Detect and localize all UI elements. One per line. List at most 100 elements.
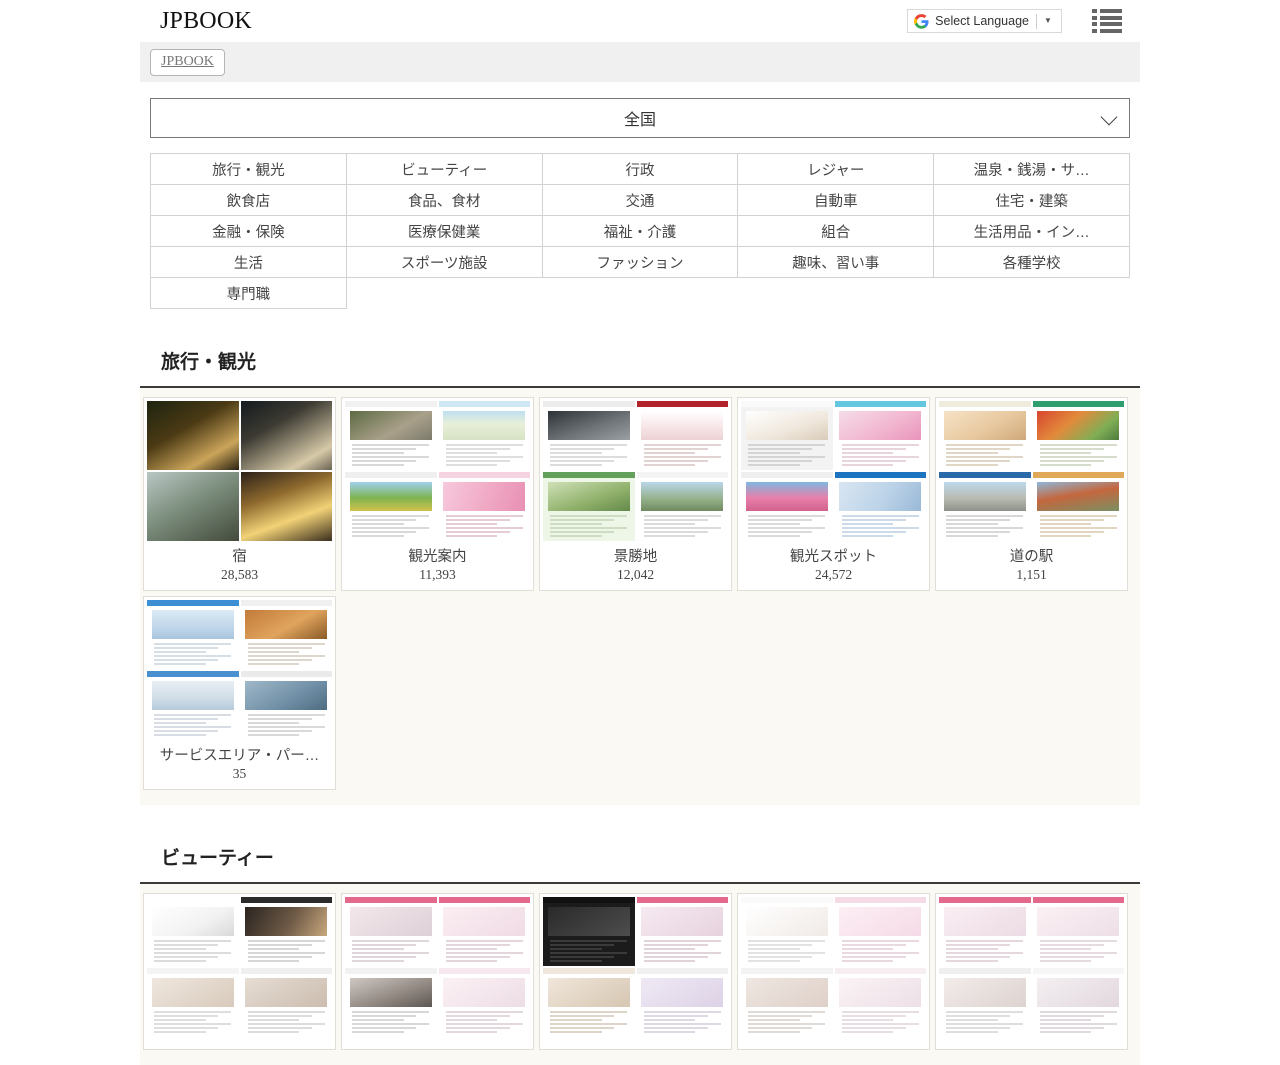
region-select-value: 全国	[624, 106, 656, 130]
thumb-site-preview	[835, 968, 927, 1037]
thumb-site-preview	[241, 671, 333, 740]
thumb-site-preview	[1033, 472, 1125, 541]
category-card[interactable]	[341, 893, 534, 1050]
thumb-site-preview	[439, 401, 531, 470]
menu-bar	[1100, 22, 1122, 26]
category-cell[interactable]: 交通	[542, 185, 738, 216]
category-cell[interactable]: 生活用品・イン…	[934, 216, 1130, 247]
translate-label: Select Language	[935, 14, 1036, 28]
thumb-site-preview	[741, 968, 833, 1037]
thumb-photo	[241, 472, 333, 541]
thumb-site-preview	[939, 401, 1031, 470]
category-cell[interactable]: レジャー	[738, 154, 934, 185]
category-cell[interactable]: 飲食店	[151, 185, 347, 216]
card-thumbnail	[147, 600, 332, 740]
category-cell-empty	[934, 278, 1130, 309]
category-cell[interactable]: 温泉・銭湯・サ…	[934, 154, 1130, 185]
category-card[interactable]	[539, 893, 732, 1050]
menu-bullet	[1092, 22, 1097, 26]
category-cell[interactable]: 福祉・介護	[542, 216, 738, 247]
thumb-photo	[147, 472, 239, 541]
category-row: 生活スポーツ施設ファッション趣味、習い事各種学校	[151, 247, 1130, 278]
card-count: 12,042	[540, 566, 731, 590]
category-cell[interactable]: 住宅・建築	[934, 185, 1130, 216]
category-card[interactable]	[737, 893, 930, 1050]
breadcrumb: JPBOOK	[140, 42, 1140, 82]
category-cell[interactable]: 行政	[542, 154, 738, 185]
category-cell[interactable]: ファッション	[542, 247, 738, 278]
category-row: 飲食店食品、食材交通自動車住宅・建築	[151, 185, 1130, 216]
category-cell[interactable]: 金融・保険	[151, 216, 347, 247]
thumb-site-preview	[345, 968, 437, 1037]
list-menu-icon[interactable]	[1092, 8, 1122, 34]
sections-host: 旅行・観光宿28,583観光案内11,393景勝地12,042観光スポット24,…	[0, 347, 1280, 1065]
thumb-site-preview	[345, 897, 437, 966]
card-label: 観光スポット	[738, 541, 929, 566]
category-card[interactable]: 観光スポット24,572	[737, 397, 930, 591]
category-cell[interactable]: 食品、食材	[346, 185, 542, 216]
category-card[interactable]: 景勝地12,042	[539, 397, 732, 591]
card-label: 景勝地	[540, 541, 731, 566]
thumb-site-preview	[1033, 968, 1125, 1037]
thumb-site-preview	[241, 968, 333, 1037]
category-cell-empty	[542, 278, 738, 309]
card-count	[738, 1041, 929, 1049]
category-card[interactable]	[935, 893, 1128, 1050]
thumb-site-preview	[147, 600, 239, 669]
card-count	[540, 1041, 731, 1049]
category-card[interactable]	[143, 893, 336, 1050]
cards-row: 宿28,583観光案内11,393景勝地12,042観光スポット24,572道の…	[140, 397, 1140, 596]
thumb-site-preview	[741, 897, 833, 966]
category-cell[interactable]: 趣味、習い事	[738, 247, 934, 278]
region-select[interactable]: 全国	[150, 98, 1130, 138]
thumb-site-preview	[543, 897, 635, 966]
menu-bullet	[1092, 9, 1097, 13]
card-count	[936, 1041, 1127, 1049]
breadcrumb-item-jpbook[interactable]: JPBOOK	[150, 49, 225, 76]
category-card[interactable]: サービスエリア・パー…35	[143, 596, 336, 790]
card-thumbnail	[543, 897, 728, 1037]
category-cell[interactable]: 生活	[151, 247, 347, 278]
region-select-wrap: 全国	[150, 98, 1130, 138]
google-translate-widget[interactable]: Select Language ▼	[907, 9, 1062, 33]
card-count: 24,572	[738, 566, 929, 590]
thumb-site-preview	[1033, 897, 1125, 966]
category-cell[interactable]: 専門職	[151, 278, 347, 309]
card-thumbnail	[345, 401, 530, 541]
category-cell[interactable]: 旅行・観光	[151, 154, 347, 185]
thumb-site-preview	[835, 401, 927, 470]
card-label: 道の駅	[936, 541, 1127, 566]
category-cell-empty	[738, 278, 934, 309]
card-count	[342, 1041, 533, 1049]
thumb-photo	[147, 401, 239, 470]
card-label: サービスエリア・パー…	[144, 740, 335, 765]
card-count: 28,583	[144, 566, 335, 590]
category-cell[interactable]: スポーツ施設	[346, 247, 542, 278]
category-row: 旅行・観光ビューティー行政レジャー温泉・銭湯・サ…	[151, 154, 1130, 185]
chevron-down-icon[interactable]: ▼	[1037, 17, 1059, 25]
thumb-site-preview	[835, 472, 927, 541]
section-cards-band: 宿28,583観光案内11,393景勝地12,042観光スポット24,572道の…	[140, 388, 1140, 805]
thumb-site-preview	[939, 472, 1031, 541]
category-cell[interactable]: 各種学校	[934, 247, 1130, 278]
page-title: JPBOOK	[160, 9, 252, 33]
menu-bullet	[1092, 29, 1097, 33]
thumb-site-preview	[147, 897, 239, 966]
category-cell[interactable]: 医療保健業	[346, 216, 542, 247]
category-cell[interactable]: 自動車	[738, 185, 934, 216]
menu-bar	[1100, 16, 1122, 20]
menu-bar	[1100, 29, 1122, 33]
category-cell-empty	[346, 278, 542, 309]
cards-row	[140, 893, 1140, 1055]
thumb-site-preview	[637, 401, 729, 470]
card-count: 1,151	[936, 566, 1127, 590]
menu-bullet	[1092, 16, 1097, 20]
category-card[interactable]: 宿28,583	[143, 397, 336, 591]
category-card[interactable]: 観光案内11,393	[341, 397, 534, 591]
card-count	[144, 1041, 335, 1049]
card-thumbnail	[543, 401, 728, 541]
category-cell[interactable]: ビューティー	[346, 154, 542, 185]
category-cell[interactable]: 組合	[738, 216, 934, 247]
thumb-site-preview	[241, 600, 333, 669]
category-card[interactable]: 道の駅1,151	[935, 397, 1128, 591]
